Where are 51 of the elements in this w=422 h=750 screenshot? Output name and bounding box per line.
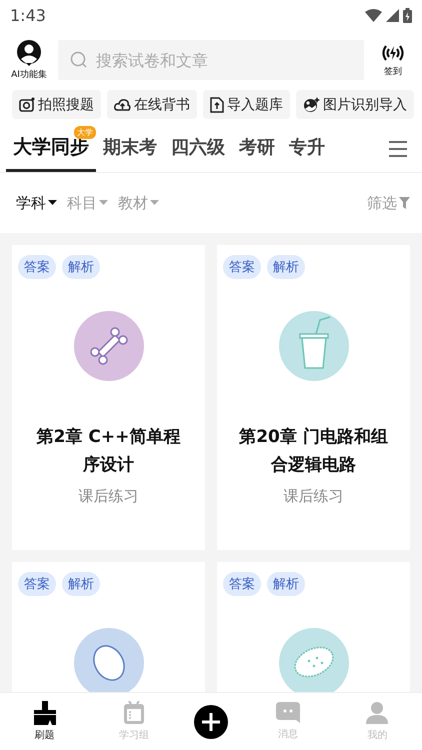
card-title: 第20章 门电路和组合逻辑电路 [238, 426, 389, 477]
brush-icon [32, 701, 58, 725]
category-tab[interactable]: 大学同步 大学 [6, 125, 96, 172]
add-button[interactable] [192, 704, 229, 740]
category-tab[interactable]: 专升 [282, 125, 332, 172]
nav-tab[interactable]: 刷题 [14, 701, 75, 742]
search-field[interactable]: 搜索试卷和文章 [58, 40, 364, 80]
caret-icon [99, 200, 108, 206]
exercise-card[interactable]: 答案 解析 第20章 门电路和组合逻辑电路 课后练习 [217, 245, 410, 550]
quick-action-button[interactable]: 图片识别导入 [296, 90, 414, 119]
tab-badge: 大学 [74, 126, 96, 139]
user-badge-icon[interactable] [16, 40, 42, 66]
filter-icon [399, 197, 410, 209]
caret-icon [48, 200, 57, 206]
cloud-upload-icon [114, 96, 131, 112]
broadcast-icon[interactable] [380, 42, 406, 62]
card-subtitle: 课后练习 [78, 487, 138, 506]
category-tab[interactable]: 期末考 [96, 125, 164, 172]
image-sparkle-icon [303, 96, 320, 112]
file-upload-icon [210, 96, 224, 112]
quick-action-button[interactable]: 在线背书 [107, 90, 197, 119]
card-title: 第2章 C++简单程序设计 [36, 426, 182, 477]
battery-icon [403, 8, 412, 22]
tag: 答案 [18, 255, 56, 279]
card-subtitle: 课后练习 [284, 487, 344, 506]
quick-action-button[interactable]: 拍照搜题 [12, 90, 101, 119]
caret-icon [150, 200, 159, 206]
person-icon [365, 701, 390, 725]
status-time: 1:43 [10, 6, 46, 24]
signal-icon [386, 8, 399, 22]
category-tab[interactable]: 考研 [232, 125, 282, 172]
exercise-card[interactable]: 答案 解析 第2章 C++简单程序设计 课后练习 [12, 245, 205, 550]
search-icon [70, 51, 88, 69]
category-tab[interactable]: 四六级 [164, 125, 232, 172]
tag: 解析 [62, 255, 100, 279]
check-in-label[interactable]: 签到 [384, 64, 402, 78]
tag: 答案 [223, 572, 261, 596]
tag: 解析 [62, 572, 100, 596]
tag: 解析 [267, 572, 305, 596]
exercise-card[interactable]: 答案 解析 [12, 562, 205, 692]
menu-icon[interactable] [388, 140, 408, 158]
tag: 答案 [223, 255, 261, 279]
exercise-card[interactable]: 答案 解析 [217, 562, 410, 692]
tag: 解析 [267, 255, 305, 279]
quick-action-button[interactable]: 导入题库 [203, 90, 290, 119]
camera-icon [19, 96, 35, 112]
chat-icon [276, 702, 300, 724]
wifi-icon [365, 8, 382, 22]
filter-dropdown[interactable]: 学科 [16, 194, 57, 212]
ai-features-label[interactable]: AI功能集 [11, 68, 47, 80]
tag: 答案 [18, 572, 56, 596]
